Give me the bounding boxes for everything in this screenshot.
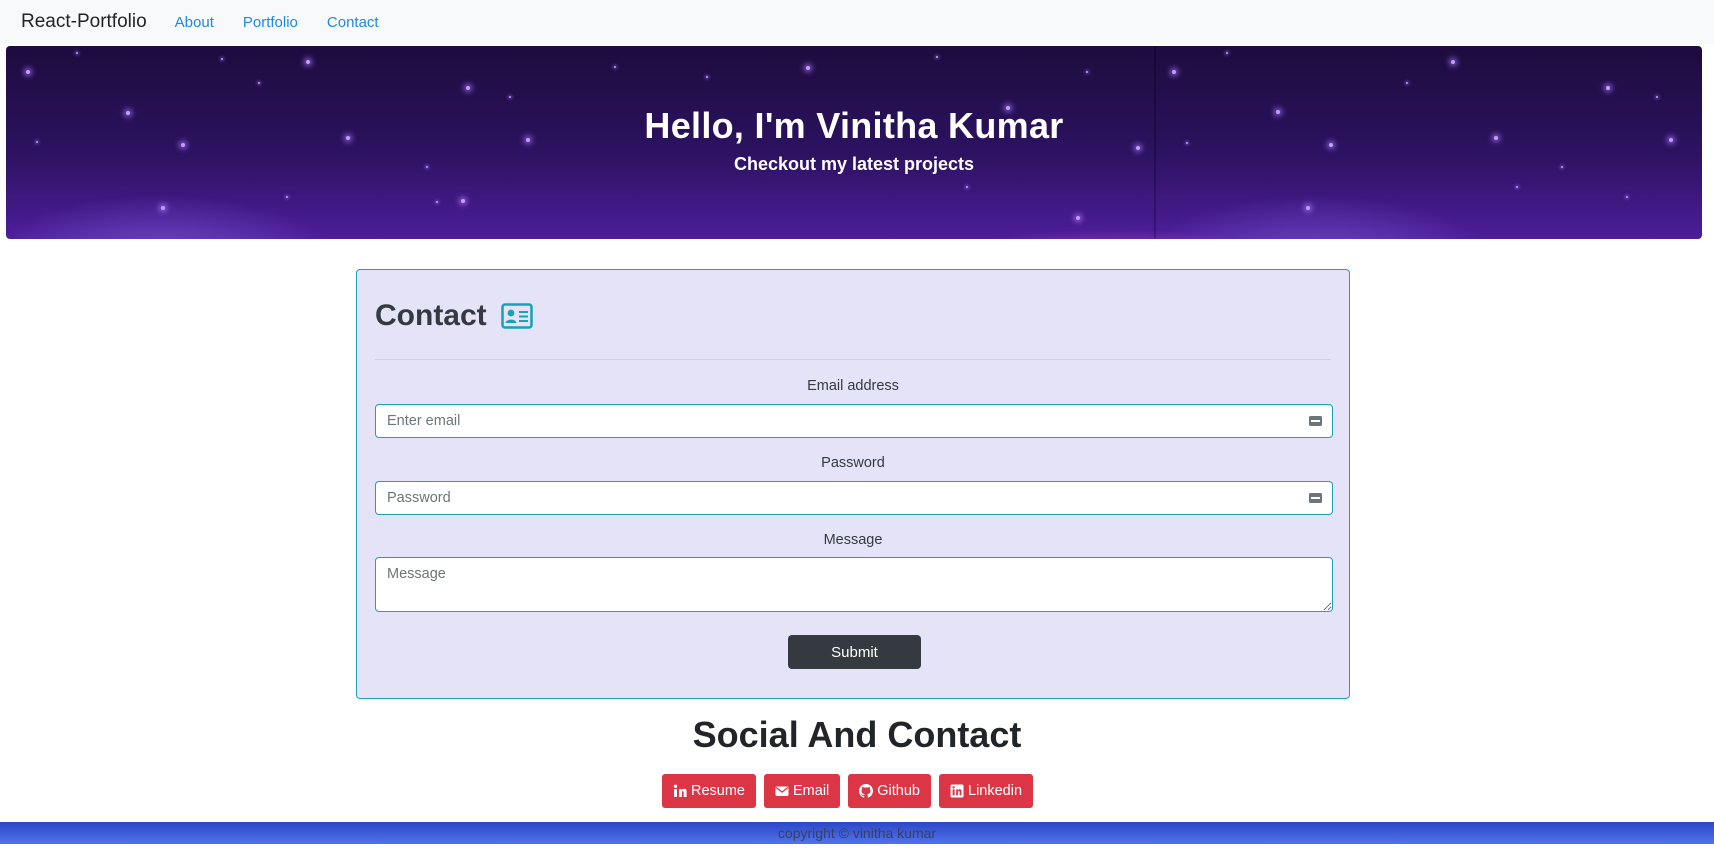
linkedin-label: Linkedin: [968, 783, 1023, 799]
autofill-key-icon[interactable]: [1309, 493, 1322, 503]
email-field[interactable]: [375, 404, 1333, 438]
contact-title: Contact: [375, 299, 487, 332]
linkedin-button[interactable]: Linkedin: [939, 774, 1034, 808]
navbar-brand[interactable]: React-Portfolio: [21, 11, 147, 33]
email-label: Email address: [807, 378, 899, 394]
password-field[interactable]: [375, 481, 1333, 515]
hero-banner: Hello, I'm Vinitha Kumar Checkout my lat…: [6, 46, 1702, 239]
nav-link-contact[interactable]: Contact: [327, 14, 379, 31]
github-icon: [859, 784, 874, 798]
message-label: Message: [823, 532, 883, 548]
message-textarea[interactable]: [375, 557, 1333, 612]
copyright-text: copyright © vinitha kumar: [777, 825, 937, 841]
contact-form-card: Contact Email address Password Message S…: [356, 269, 1350, 699]
linkedin-in-icon: [673, 784, 687, 797]
envelope-icon: [775, 786, 789, 796]
footer: copyright © vinitha kumar: [0, 822, 1714, 844]
social-heading: Social And Contact: [692, 714, 1022, 755]
resume-button[interactable]: Resume: [662, 774, 756, 808]
navbar: React-Portfolio About Portfolio Contact: [0, 0, 1714, 44]
email-label-text: Email: [793, 783, 830, 799]
submit-button[interactable]: Submit: [788, 635, 921, 669]
contact-card-icon: [500, 303, 533, 329]
email-button[interactable]: Email: [764, 774, 841, 808]
github-button[interactable]: Github: [848, 774, 931, 808]
password-label: Password: [821, 455, 885, 471]
nav-link-portfolio[interactable]: Portfolio: [243, 14, 298, 31]
nav-link-about[interactable]: About: [175, 14, 214, 31]
contact-heading: Contact: [375, 299, 533, 333]
contact-divider: [375, 359, 1331, 360]
autofill-key-icon[interactable]: [1309, 416, 1322, 426]
linkedin-square-icon: [950, 784, 964, 798]
hero-subtitle: Checkout my latest projects: [733, 154, 975, 174]
resume-label: Resume: [691, 783, 745, 799]
github-label: Github: [877, 783, 920, 799]
hero-title: Hello, I'm Vinitha Kumar: [644, 105, 1064, 146]
social-buttons: Resume Email Github Linkedin: [662, 774, 1034, 808]
